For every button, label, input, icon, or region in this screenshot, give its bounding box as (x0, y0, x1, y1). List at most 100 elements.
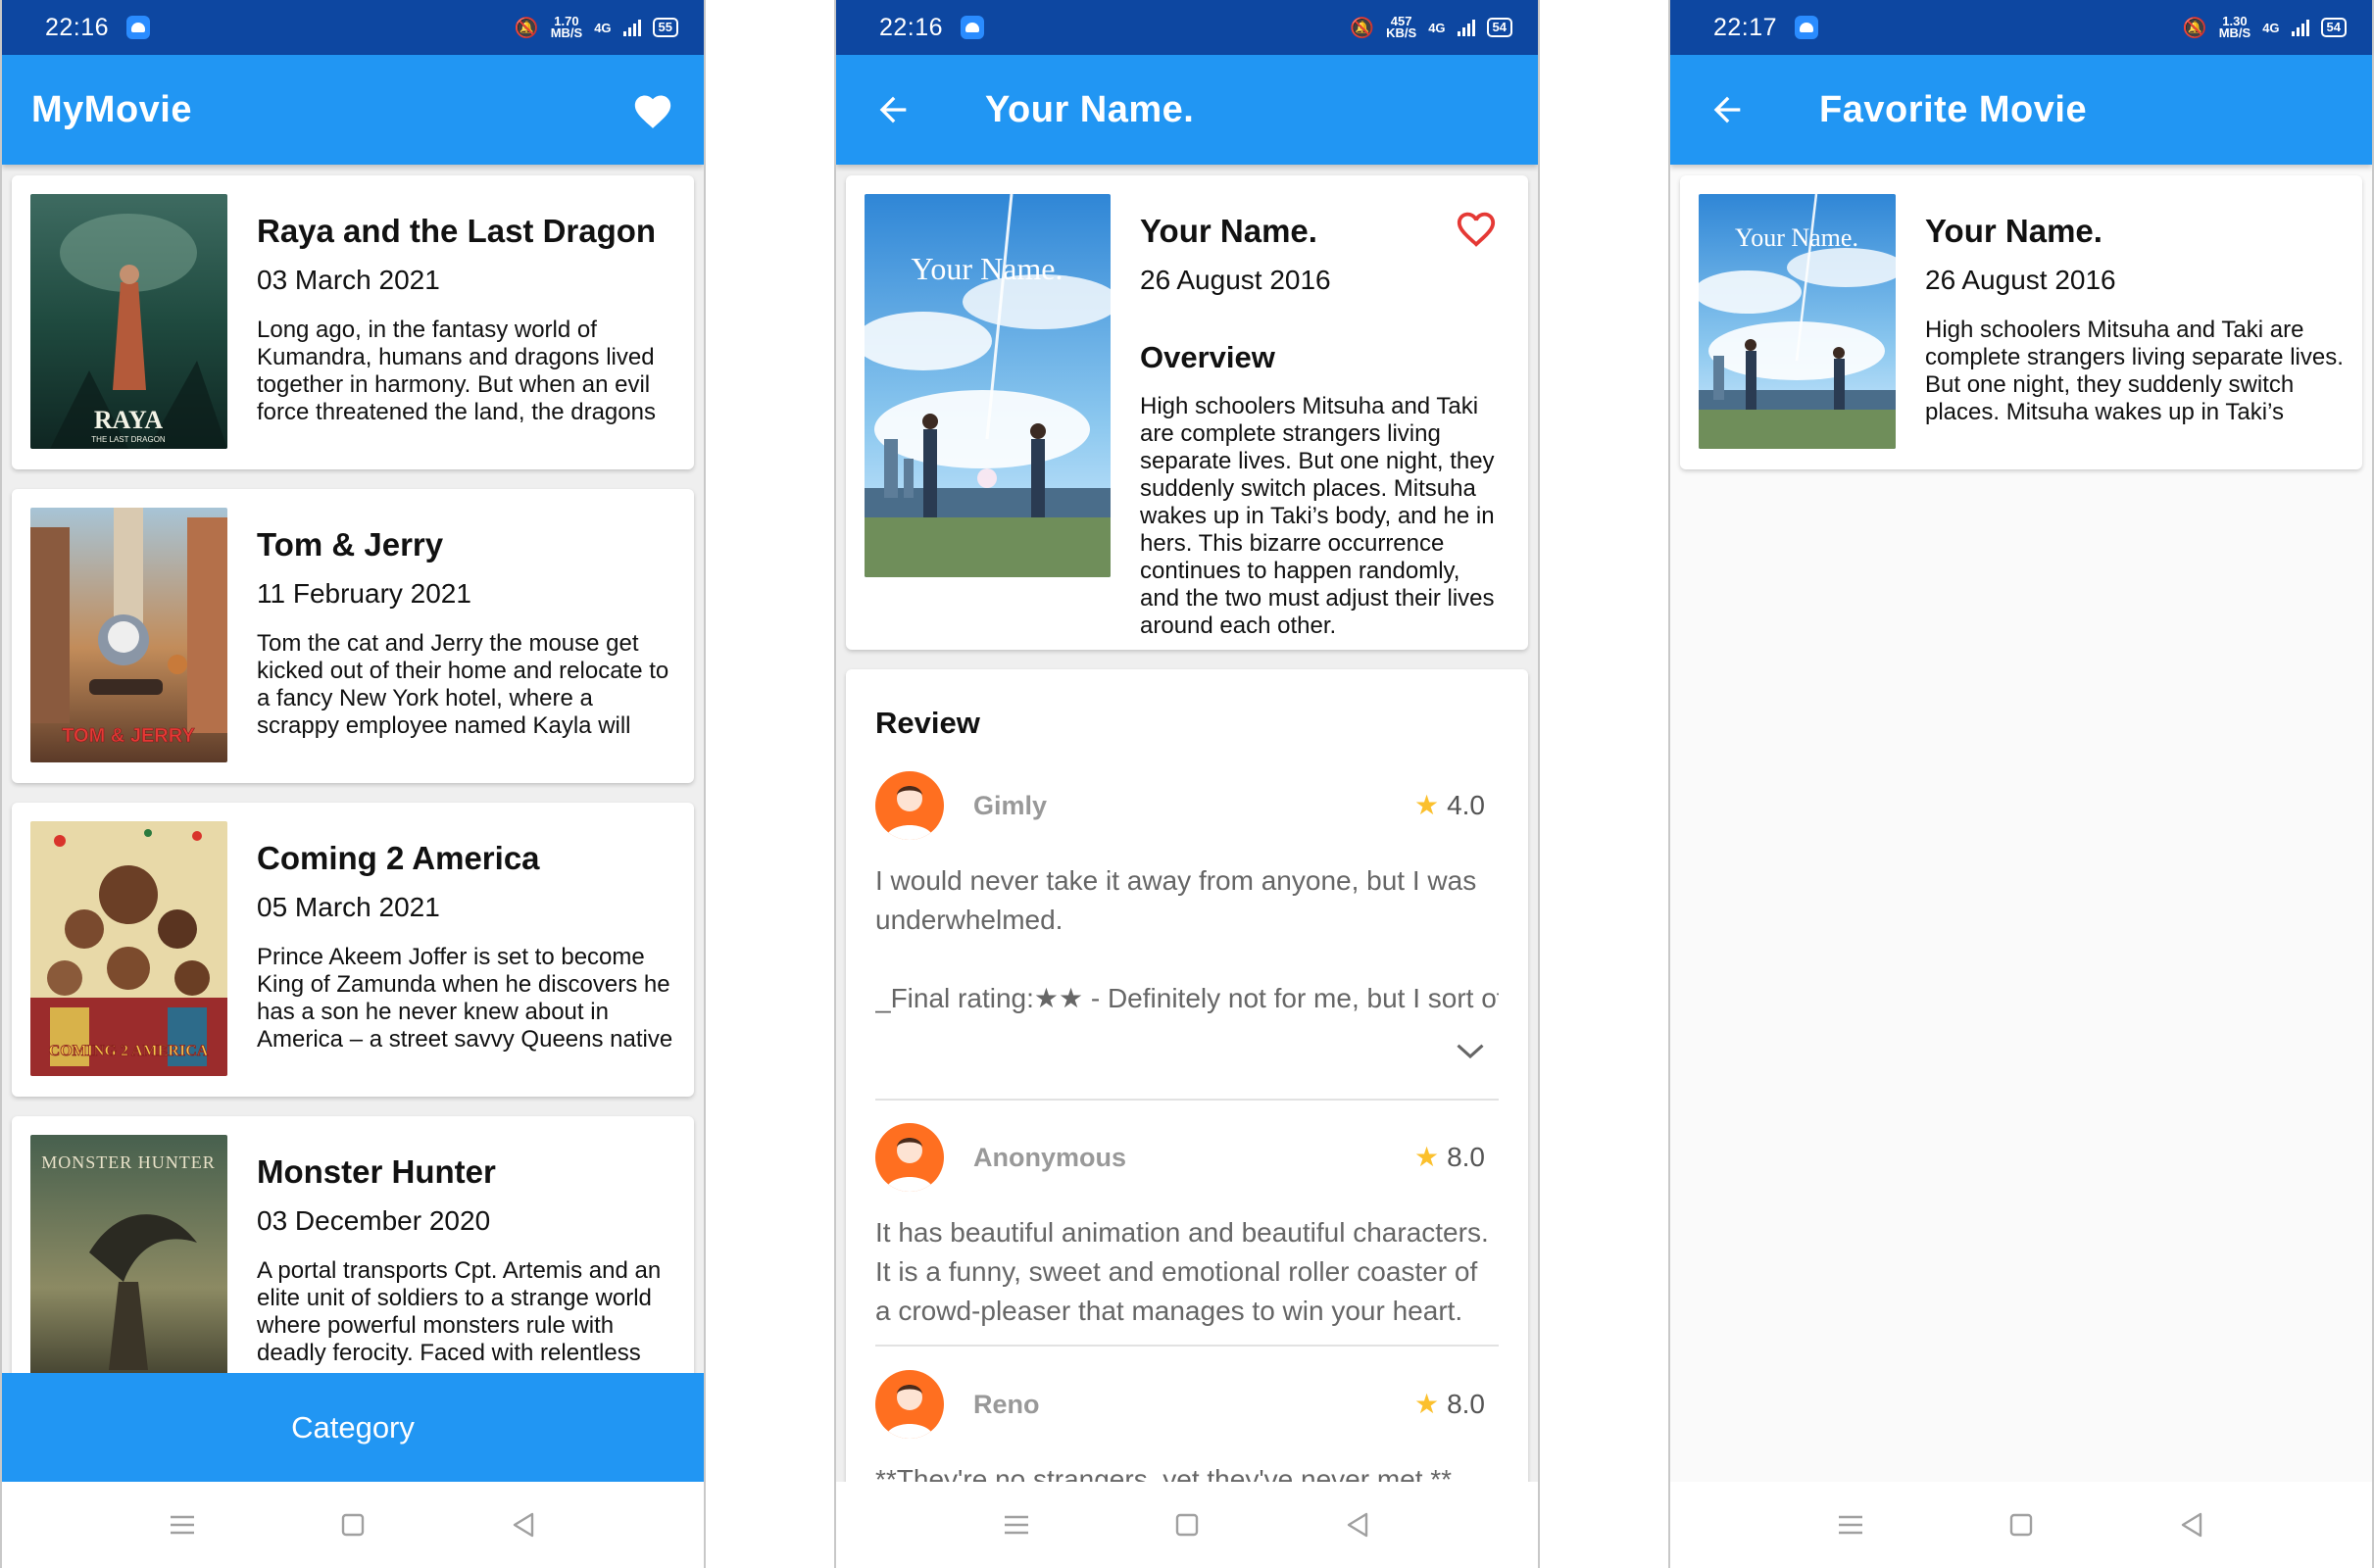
review-section[interactable]: Review Gimly ★ 4.0 I would never take it… (846, 669, 1528, 1482)
movie-card[interactable]: Your Name. Your Name. 26 August 2016 Hig… (1680, 175, 2362, 469)
favorites-screen: 22:17 🔕 1.30 MB/S 4G 54 Favorite Movie Y… (1668, 0, 2374, 1568)
home-icon[interactable] (336, 1508, 370, 1542)
poster-title-overlay: MONSTER HUNTER (41, 1152, 216, 1172)
mute-icon: 🔕 (514, 17, 539, 39)
home-screen: 22:16 🔕 1.70 MB/S 4G 55 MyMovie RAYA THE… (0, 0, 706, 1568)
detail-content[interactable]: Your Name. Your Name. 26 August 2016 Ove… (836, 165, 1538, 1482)
status-time: 22:17 (1713, 13, 1778, 41)
review-heading: Review (875, 706, 980, 740)
category-button[interactable]: Category (2, 1373, 704, 1482)
rating-value: 8.0 (1447, 1141, 1485, 1172)
status-indicators: 🔕 1.70 MB/S 4G 55 (514, 15, 678, 40)
movie-release-date: 03 December 2020 (257, 1205, 491, 1236)
movie-overview: High schoolers Mitsuha and Taki are comp… (1925, 317, 2344, 425)
back-triangle-icon[interactable] (2175, 1508, 2208, 1542)
movie-overview: High schoolers Mitsuha and Taki are comp… (1140, 393, 1495, 639)
app-notification-icon (126, 16, 151, 39)
reviewer-name: Anonymous (973, 1143, 1127, 1172)
movie-title: Coming 2 America (257, 840, 540, 876)
mute-icon: 🔕 (2182, 17, 2207, 39)
svg-text:Your Name.: Your Name. (1735, 223, 1858, 252)
svg-text:COMING 2 AMERICA: COMING 2 AMERICA (49, 1043, 209, 1059)
status-time: 22:16 (879, 13, 944, 41)
review-item[interactable]: Gimly ★ 4.0 I would never take it away f… (875, 771, 1499, 1065)
svg-text:TOM & JERRY: TOM & JERRY (62, 725, 195, 747)
movie-card[interactable]: RAYA THE LAST DRAGON Raya and the Last D… (12, 175, 694, 469)
menu-icon[interactable] (1000, 1508, 1033, 1542)
network-type: 4G (1428, 20, 1446, 35)
favorite-heart-icon[interactable] (1454, 207, 1499, 248)
network-speed-unit: MB/S (550, 25, 583, 40)
app-notification-icon (961, 16, 985, 39)
movie-list[interactable]: RAYA THE LAST DRAGON Raya and the Last D… (2, 165, 704, 1482)
network-type: 4G (594, 20, 612, 35)
arrow-back-icon[interactable] (873, 90, 913, 129)
avatar (875, 1370, 944, 1439)
movie-title: Your Name. (1140, 213, 1317, 249)
movie-overview: A portal transports Cpt. Artemis and an … (257, 1257, 662, 1366)
poster-title-overlay: Your Name. (912, 251, 1063, 286)
svg-text:RAYA: RAYA (94, 406, 164, 434)
network-speed: 457 KB/S (1386, 15, 1417, 40)
review-item[interactable]: Reno ★ 8.0 **They're no strangers, yet t… (875, 1370, 1499, 1482)
rating-value: 8.0 (1447, 1388, 1485, 1419)
app-title: Favorite Movie (1819, 88, 2088, 130)
detail-screen: 22:16 🔕 457 KB/S 4G 54 Your Name. Your N… (834, 0, 1540, 1568)
favorite-list-heart-icon[interactable] (631, 90, 674, 129)
home-icon[interactable] (1170, 1508, 1204, 1542)
movie-release-date: 26 August 2016 (1140, 265, 1331, 295)
review-paragraph: I would never take it away from anyone, … (875, 865, 1477, 935)
menu-icon[interactable] (166, 1508, 199, 1542)
movie-card[interactable]: MONSTER HUNTER Monster Hunter 03 Decembe… (12, 1116, 694, 1410)
chevron-down-icon[interactable] (1456, 1042, 1485, 1061)
review-rating: ★ 8.0 (1414, 1141, 1485, 1173)
movie-overview: Long ago, in the fantasy world of Kumand… (257, 317, 656, 425)
reviewer-name: Reno (973, 1390, 1040, 1419)
movie-overview: Prince Akeem Joffer is set to become Kin… (257, 944, 673, 1053)
review-paragraph: _Final rating:★★ - Definitely not for me… (875, 983, 1499, 1013)
overview-heading: Overview (1140, 340, 1275, 374)
network-speed-unit: KB/S (1386, 25, 1417, 40)
poster-title-overlay: COMING 2 AMERICA (48, 1043, 209, 1060)
movie-card[interactable]: TOM & JERRY Tom & Jerry 11 February 2021… (12, 489, 694, 783)
movie-overview: Tom the cat and Jerry the mouse get kick… (257, 630, 669, 739)
movie-card[interactable]: COMING 2 AMERICA Coming 2 America 05 Mar… (12, 803, 694, 1097)
status-indicators: 🔕 457 KB/S 4G 54 (1350, 15, 1512, 40)
battery-icon: 54 (2320, 18, 2347, 37)
star-icon: ★ (1413, 790, 1440, 820)
rating-value: 4.0 (1447, 789, 1485, 820)
back-triangle-icon[interactable] (1341, 1508, 1374, 1542)
poster-title-overlay: TOM & JERRY (62, 725, 196, 748)
network-speed: 1.30 MB/S (2219, 15, 2251, 39)
favorite-list[interactable]: Your Name. Your Name. 26 August 2016 Hig… (1670, 165, 2372, 1482)
mute-icon: 🔕 (1350, 17, 1375, 39)
reviewer-name: Gimly (973, 791, 1048, 820)
star-icon: ★ (1413, 1142, 1440, 1172)
review-rating: ★ 4.0 (1414, 789, 1485, 821)
avatar (875, 771, 944, 840)
movie-title: Your Name. (1925, 213, 2102, 249)
svg-text:MONSTER HUNTER: MONSTER HUNTER (41, 1152, 216, 1172)
divider (875, 1345, 1499, 1347)
system-nav-bar (1670, 1482, 2372, 1568)
back-triangle-icon[interactable] (507, 1508, 540, 1542)
movie-release-date: 03 March 2021 (257, 265, 440, 295)
movie-title: Monster Hunter (257, 1153, 496, 1190)
review-item[interactable]: Anonymous ★ 8.0 It has beautiful animati… (875, 1123, 1499, 1339)
app-title: Your Name. (985, 88, 1195, 130)
movie-release-date: 11 February 2021 (257, 578, 471, 609)
signal-icon (622, 19, 641, 36)
poster-title-overlay: Your Name. (1735, 223, 1858, 252)
home-icon[interactable] (2004, 1508, 2038, 1542)
review-text: **They're no strangers, yet they've neve… (875, 1464, 1453, 1482)
menu-icon[interactable] (1834, 1508, 1867, 1542)
network-type: 4G (2262, 20, 2280, 35)
arrow-back-icon[interactable] (1707, 90, 1747, 129)
review-text: It has beautiful animation and beautiful… (875, 1217, 1489, 1326)
divider (875, 1099, 1499, 1101)
system-nav-bar (2, 1482, 704, 1568)
review-rating: ★ 8.0 (1414, 1388, 1485, 1420)
movie-release-date: 26 August 2016 (1925, 265, 2116, 295)
network-speed: 1.70 MB/S (550, 15, 583, 40)
avatar (875, 1123, 944, 1192)
